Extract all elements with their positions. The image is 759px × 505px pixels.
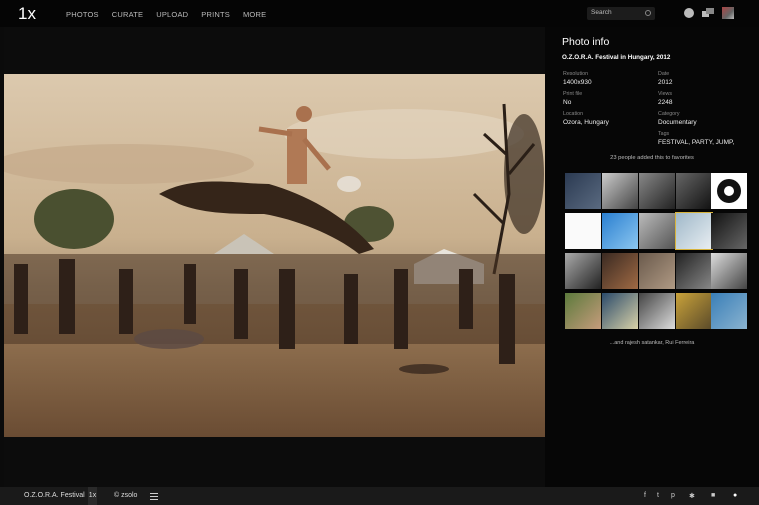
favorites-names[interactable]: ...and rajesh satankar, Rui Ferreira	[545, 340, 759, 346]
nav-prints[interactable]: PRINTS	[201, 10, 230, 19]
search-placeholder: Search	[591, 9, 612, 16]
location-value[interactable]: Ozora, Hungary	[563, 119, 609, 126]
favorite-avatar[interactable]	[639, 293, 675, 329]
resolution-value: 1400x930	[563, 79, 592, 86]
favorite-avatar[interactable]	[602, 253, 638, 289]
favorite-avatar[interactable]	[639, 173, 675, 209]
favorite-avatar[interactable]	[676, 253, 712, 289]
date-value: 2012	[658, 79, 673, 86]
panel-title: Photo info	[562, 36, 610, 48]
favorite-avatar[interactable]	[676, 293, 712, 329]
main-nav: PHOTOS CURATE UPLOAD PRINTS MORE	[66, 10, 279, 19]
photo-title-short: O.Z.O.R.A. Festival	[24, 492, 85, 499]
favorite-avatar[interactable]	[639, 253, 675, 289]
nav-photos[interactable]: PHOTOS	[66, 10, 99, 19]
main-photo[interactable]	[4, 74, 545, 437]
favorite-avatar[interactable]	[565, 213, 601, 249]
top-bar: 1x PHOTOS CURATE UPLOAD PRINTS MORE Sear…	[0, 0, 759, 27]
favorite-avatar[interactable]	[711, 253, 747, 289]
views-label: Views	[658, 91, 673, 97]
pinterest-icon[interactable]: p	[671, 492, 675, 499]
print-value: No	[563, 99, 572, 106]
aperture-icon[interactable]	[711, 173, 747, 209]
resolution-label: Resolution	[563, 71, 589, 77]
location-label: Location	[563, 111, 584, 117]
tags-label: Tags	[658, 131, 670, 137]
twitter-icon[interactable]: t	[657, 492, 659, 499]
comment-icon[interactable]: ■	[711, 492, 715, 499]
nav-curate[interactable]: CURATE	[112, 10, 143, 19]
1x-badge: 1x	[88, 487, 97, 505]
favorite-avatar[interactable]	[602, 213, 638, 249]
tags-value[interactable]: FESTIVAL, PARTY, JUMP,	[658, 139, 734, 146]
favorite-avatar[interactable]	[602, 173, 638, 209]
favorite-avatar[interactable]	[602, 293, 638, 329]
globe-icon[interactable]	[684, 8, 694, 18]
favorites-count-text: 23 people added this to favorites	[610, 155, 694, 161]
search-input[interactable]: Search	[587, 7, 655, 20]
site-logo[interactable]: 1x	[18, 4, 36, 24]
photo-title: O.Z.O.R.A. Festival in Hungary, 2012	[562, 54, 671, 61]
favorite-avatar[interactable]	[565, 293, 601, 329]
info-icon[interactable]: ●	[733, 492, 737, 499]
favorite-avatar[interactable]	[639, 213, 675, 249]
author-credit[interactable]: © zsolo	[114, 492, 137, 499]
date-label: Date	[658, 71, 670, 77]
print-label: Print file	[563, 91, 583, 97]
messages-icon[interactable]	[702, 8, 714, 17]
list-icon[interactable]	[150, 493, 158, 500]
facebook-icon[interactable]: f	[644, 492, 646, 499]
category-value[interactable]: Documentary	[658, 119, 697, 126]
favorite-avatar[interactable]	[565, 173, 601, 209]
gear-icon[interactable]: ✱	[689, 492, 695, 500]
favorite-avatar[interactable]	[711, 213, 747, 249]
nav-upload[interactable]: UPLOAD	[156, 10, 188, 19]
bottom-bar: O.Z.O.R.A. Festival 1x © zsolo f t p ✱ ■…	[0, 487, 759, 505]
favorite-avatar[interactable]	[565, 253, 601, 289]
search-icon	[645, 10, 651, 16]
photo-info-panel: Photo info O.Z.O.R.A. Festival in Hungar…	[545, 27, 759, 487]
favorite-avatar[interactable]	[711, 293, 747, 329]
views-value: 2248	[658, 99, 673, 106]
user-avatar[interactable]	[722, 7, 734, 19]
favorite-avatar[interactable]	[675, 212, 713, 250]
nav-more[interactable]: MORE	[243, 10, 266, 19]
category-label: Category	[658, 111, 680, 117]
favorite-avatar[interactable]	[676, 173, 712, 209]
